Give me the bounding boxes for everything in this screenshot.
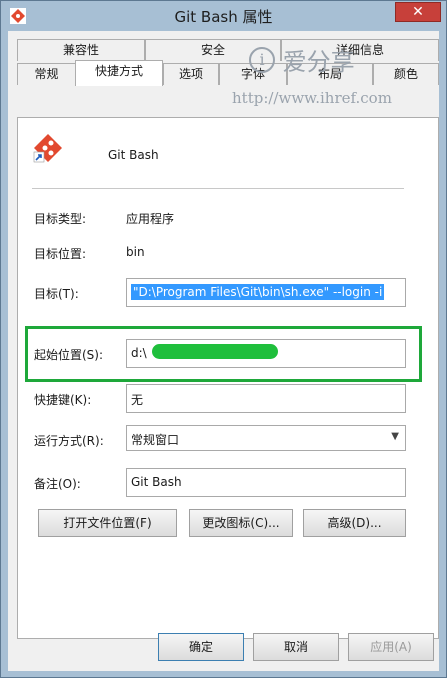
chevron-down-icon: ▼ <box>391 431 399 442</box>
tab-colors[interactable]: 颜色 <box>373 63 439 85</box>
change-icon-button[interactable]: 更改图标(C)... <box>189 509 293 537</box>
target-field[interactable]: "D:\Program Files\Git\bin\sh.exe" --logi… <box>126 278 406 307</box>
ok-button[interactable]: 确定 <box>158 633 244 661</box>
target-type-label: 目标类型: <box>34 212 87 226</box>
open-file-location-button[interactable]: 打开文件位置(F) <box>38 509 177 537</box>
target-label: 目标(T): <box>34 287 79 301</box>
tab-shortcut[interactable]: 快捷方式 <box>75 60 163 86</box>
watermark-i-icon: i <box>249 46 275 73</box>
close-icon: ✕ <box>412 4 424 20</box>
dialog-client: 兼容性 安全 详细信息 常规 快捷方式 选项 字体 布局 颜色 i 爱分享 ht… <box>8 31 439 671</box>
watermark-url: http://www.ihref.com <box>232 89 392 107</box>
shortcut-key-value: 无 <box>131 393 144 407</box>
tab-compatibility[interactable]: 兼容性 <box>17 39 145 61</box>
comment-value: Git Bash <box>131 475 182 489</box>
run-label: 运行方式(R): <box>34 434 104 448</box>
watermark-site: 爱分享 <box>282 48 355 76</box>
cancel-button[interactable]: 取消 <box>253 633 339 661</box>
tab-options[interactable]: 选项 <box>163 63 219 85</box>
close-button[interactable]: ✕ <box>395 2 441 22</box>
shortcut-name: Git Bash <box>108 148 159 162</box>
apply-button[interactable]: 应用(A) <box>348 633 434 661</box>
target-location-value: bin <box>126 245 145 259</box>
target-location-label: 目标位置: <box>34 247 87 261</box>
run-select[interactable]: 常规窗口 ▼ <box>126 425 406 451</box>
start-in-label: 起始位置(S): <box>34 348 104 362</box>
comment-label: 备注(O): <box>34 477 81 491</box>
git-app-icon <box>33 134 62 163</box>
target-value: "D:\Program Files\Git\bin\sh.exe" --logi… <box>131 284 385 300</box>
window-title: Git Bash 属性 <box>174 8 273 26</box>
tab-general[interactable]: 常规 <box>17 63 76 85</box>
properties-window: Git Bash 属性 ✕ 兼容性 安全 详细信息 常规 快捷方式 选项 字体 … <box>0 0 447 678</box>
advanced-button[interactable]: 高级(D)... <box>303 509 406 537</box>
comment-field[interactable]: Git Bash <box>126 468 406 497</box>
start-in-value: d:\ <box>131 346 147 360</box>
shortcut-panel: Git Bash 目标类型: 应用程序 目标位置: bin 目标(T): "D:… <box>17 117 439 639</box>
divider <box>32 188 404 189</box>
watermark-logo: i 爱分享 <box>249 42 355 77</box>
target-type-value: 应用程序 <box>126 212 175 226</box>
run-value: 常规窗口 <box>131 433 180 447</box>
shortcut-key-label: 快捷键(K): <box>34 393 92 407</box>
redaction-mark <box>152 344 278 359</box>
title-bar[interactable]: Git Bash 属性 ✕ <box>1 1 446 31</box>
shortcut-key-field[interactable]: 无 <box>126 384 406 413</box>
